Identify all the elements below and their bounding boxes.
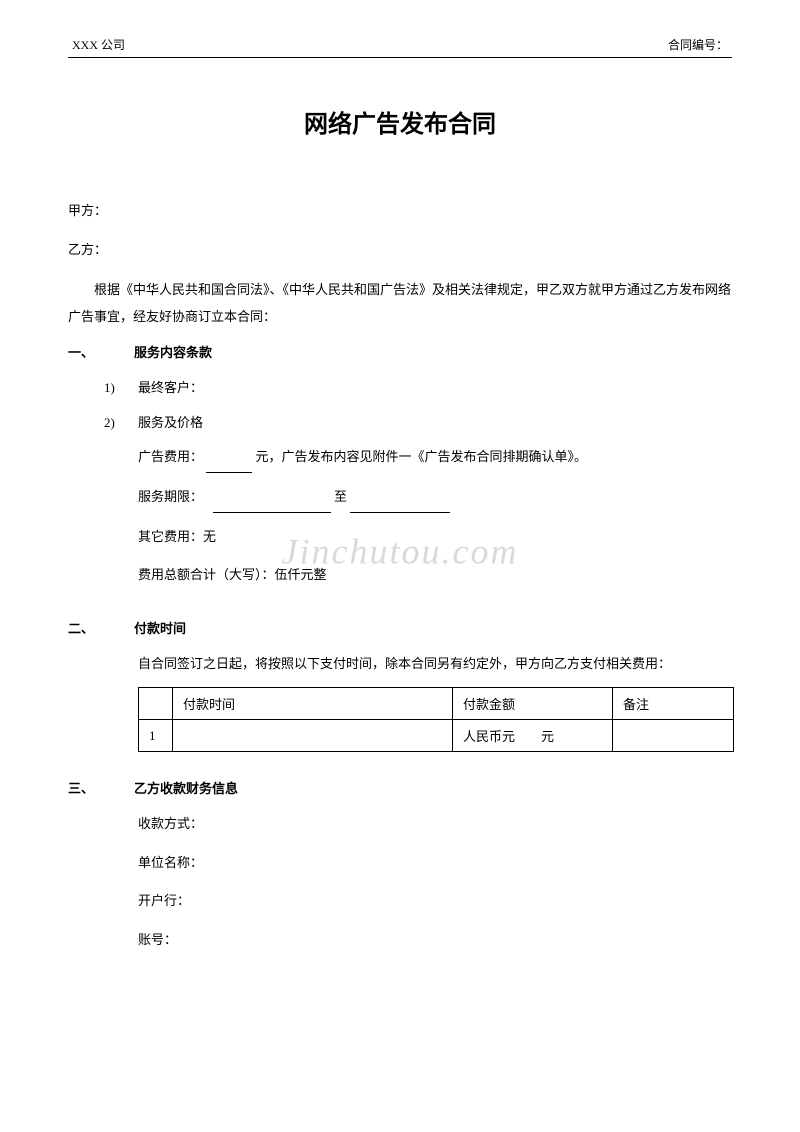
total-line: 费用总额合计（大写）：伍仟元整 xyxy=(138,561,732,590)
section-3-title: 乙方收款财务信息 xyxy=(134,776,238,802)
party-a-label: 甲方： xyxy=(68,197,732,224)
section-2-body: 自合同签订之日起，将按照以下支付时间，除本合同另有约定外，甲方向乙方支付相关费用… xyxy=(138,650,732,677)
s3-line-3: 开户行： xyxy=(138,887,732,916)
th-time: 付款时间 xyxy=(173,688,453,720)
th-blank xyxy=(139,688,173,720)
period-mid: 至 xyxy=(334,489,350,504)
section-3-num: 三、 xyxy=(68,776,134,802)
s3-line-4: 账号： xyxy=(138,926,732,955)
period-end-blank xyxy=(350,483,450,513)
s1-item-1-num: 1) xyxy=(104,374,138,403)
page-title: 网络广告发布合同 xyxy=(68,104,732,139)
td-time xyxy=(173,720,453,752)
header-company: XXX 公司 xyxy=(72,36,125,53)
td-amount: 人民币元 元 xyxy=(453,720,613,752)
ad-fee-line: 广告费用： 元，广告发布内容见附件一《广告发布合同排期确认单》。 xyxy=(138,443,732,473)
s1-item-2-num: 2) xyxy=(104,409,138,438)
s1-item-2-text: 服务及价格 xyxy=(138,409,203,438)
party-b-label: 乙方： xyxy=(68,236,732,263)
period-prefix: 服务期限： xyxy=(138,489,203,504)
section-2-heading: 二、 付款时间 xyxy=(68,616,732,642)
section-1-title: 服务内容条款 xyxy=(134,340,212,366)
ad-fee-prefix: 广告费用： xyxy=(138,449,203,464)
table-header-row: 付款时间 付款金额 备注 xyxy=(139,688,734,720)
s1-item-1: 1) 最终客户： xyxy=(104,374,732,403)
s1-item-2: 2) 服务及价格 xyxy=(104,409,732,438)
header-rule xyxy=(68,57,732,58)
section-2-num: 二、 xyxy=(68,616,134,642)
section-1-num: 一、 xyxy=(68,340,134,366)
s1-item-1-text: 最终客户： xyxy=(138,374,203,403)
header-contract-no: 合同编号： xyxy=(668,36,728,53)
ad-fee-suffix: 元，广告发布内容见附件一《广告发布合同排期确认单》。 xyxy=(256,449,588,464)
section-1-heading: 一、 服务内容条款 xyxy=(68,340,732,366)
payment-table: 付款时间 付款金额 备注 1 人民币元 元 xyxy=(138,687,734,752)
other-fee-line: 其它费用：无 xyxy=(138,523,732,552)
td-idx: 1 xyxy=(139,720,173,752)
period-start-blank xyxy=(213,483,331,513)
th-amount: 付款金额 xyxy=(453,688,613,720)
service-period-line: 服务期限： 至 xyxy=(138,483,732,513)
intro-paragraph: 根据《中华人民共和国合同法》、《中华人民共和国广告法》及相关法律规定，甲乙双方就… xyxy=(68,276,732,331)
table-row: 1 人民币元 元 xyxy=(139,720,734,752)
s3-line-2: 单位名称： xyxy=(138,849,732,878)
s3-line-1: 收款方式： xyxy=(138,810,732,839)
td-note xyxy=(613,720,734,752)
section-2-title: 付款时间 xyxy=(134,616,186,642)
section-3-heading: 三、 乙方收款财务信息 xyxy=(68,776,732,802)
ad-fee-blank xyxy=(206,443,252,473)
th-note: 备注 xyxy=(613,688,734,720)
